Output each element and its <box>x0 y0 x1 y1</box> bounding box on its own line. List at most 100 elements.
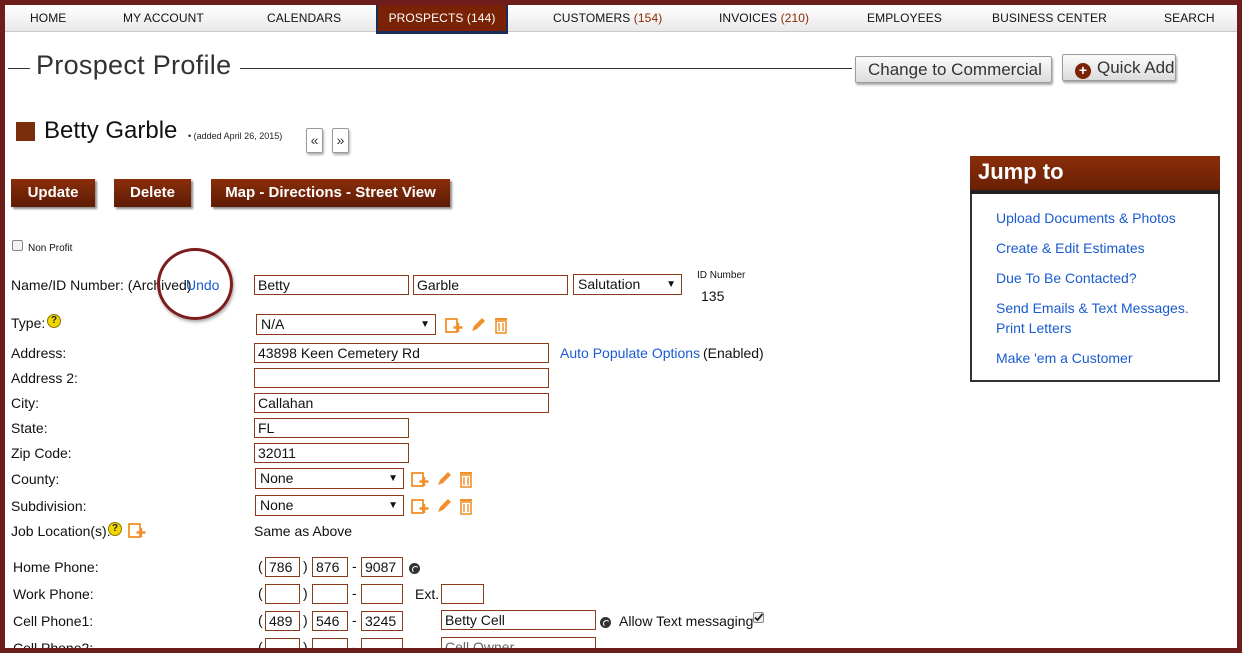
change-to-commercial-button[interactable]: Change to Commercial <box>855 56 1052 83</box>
state-input[interactable]: FL <box>254 418 409 438</box>
work-phone-label: Work Phone: <box>13 586 94 602</box>
ext-label: Ext. <box>415 586 440 602</box>
zip-label: Zip Code: <box>11 445 72 461</box>
quick-add-button[interactable]: + Quick Add <box>1062 54 1176 81</box>
jump-to-title: Jump to <box>970 156 1220 190</box>
nav-prospects[interactable]: PROSPECTS (144) <box>376 5 508 34</box>
home-phone-line[interactable]: 9087 <box>361 557 403 577</box>
nav-calendars[interactable]: CALENDARS <box>267 5 341 32</box>
city-input[interactable]: Callahan <box>254 393 549 413</box>
added-date-note: • (added April 26, 2015) <box>188 131 283 141</box>
id-number-label: ID Number <box>697 270 746 281</box>
cell-phone1-label: Cell Phone1: <box>13 613 94 629</box>
city-label: City: <box>11 395 39 411</box>
id-number-value: 135 <box>701 288 725 304</box>
county-select[interactable]: None ▼ <box>255 468 404 489</box>
auto-populate-status: (Enabled) <box>703 345 764 361</box>
update-button[interactable]: Update <box>11 179 95 207</box>
phone-call-icon[interactable] <box>600 617 611 628</box>
add-new-icon[interactable] <box>128 521 146 539</box>
trash-icon[interactable] <box>457 497 475 515</box>
cell1-area[interactable]: 489 <box>265 611 300 631</box>
help-icon[interactable]: ? <box>47 314 61 328</box>
page-title: Prospect Profile <box>36 50 232 80</box>
nav-home[interactable]: HOME <box>30 5 66 32</box>
jump-send-emails-link[interactable]: Send Emails & Text Messages. Print Lette… <box>996 298 1214 338</box>
cell2-line[interactable] <box>361 638 403 653</box>
cell-phone2-label: Cell Phone2: <box>13 640 94 653</box>
ext-input[interactable] <box>441 584 484 604</box>
paren-close: ) <box>303 612 308 628</box>
add-new-icon[interactable] <box>411 497 429 515</box>
address-input[interactable]: 43898 Keen Cemetery Rd <box>254 343 549 363</box>
allow-text-checkbox[interactable] <box>753 612 764 623</box>
paren-open: ( <box>258 612 263 628</box>
work-phone-area[interactable] <box>265 584 300 604</box>
jump-to-panel: Upload Documents & Photos Create & Edit … <box>970 194 1220 382</box>
paren-open: ( <box>258 639 263 653</box>
cell1-name-input[interactable]: Betty Cell <box>441 610 596 630</box>
paren-open: ( <box>258 585 263 601</box>
cell1-line[interactable]: 3245 <box>361 611 403 631</box>
non-profit-label: Non Profit <box>28 243 73 254</box>
zip-input[interactable]: 32011 <box>254 443 409 463</box>
salutation-select[interactable]: Salutation ▼ <box>573 274 682 295</box>
title-rule-left <box>8 68 30 69</box>
phone-call-icon[interactable] <box>409 563 420 574</box>
home-phone-prefix[interactable]: 876 <box>312 557 348 577</box>
address2-input[interactable] <box>254 368 549 388</box>
previous-prospect-button[interactable]: « <box>306 128 323 153</box>
home-phone-area[interactable]: 786 <box>265 557 300 577</box>
top-nav: HOME MY ACCOUNT CALENDARS PROSPECTS (144… <box>5 5 1237 34</box>
jump-create-estimates-link[interactable]: Create & Edit Estimates <box>996 238 1214 258</box>
jump-upload-documents-link[interactable]: Upload Documents & Photos <box>996 208 1214 228</box>
checkmark-icon <box>754 613 764 622</box>
edit-pencil-icon[interactable] <box>435 470 453 488</box>
jump-make-customer-link[interactable]: Make 'em a Customer <box>996 348 1214 368</box>
nav-search[interactable]: SEARCH <box>1164 5 1215 32</box>
title-rule-right <box>240 68 852 69</box>
chevron-down-icon: ▼ <box>388 500 398 511</box>
edit-pencil-icon[interactable] <box>469 316 487 334</box>
paren-open: ( <box>258 558 263 574</box>
subdivision-select[interactable]: None ▼ <box>255 495 404 516</box>
map-directions-button[interactable]: Map - Directions - Street View <box>211 179 450 207</box>
nav-employees[interactable]: EMPLOYEES <box>867 5 942 32</box>
nav-my-account[interactable]: MY ACCOUNT <box>123 5 204 32</box>
cell2-prefix[interactable] <box>312 638 348 653</box>
edit-pencil-icon[interactable] <box>435 497 453 515</box>
chevron-down-icon: ▼ <box>388 473 398 484</box>
cell2-area[interactable] <box>265 638 300 653</box>
non-profit-checkbox[interactable] <box>12 240 23 251</box>
nav-invoices[interactable]: INVOICES (210) <box>719 5 809 32</box>
add-new-icon[interactable] <box>445 316 463 334</box>
chevron-down-icon: ▼ <box>420 319 430 330</box>
type-label: Type: <box>11 315 46 331</box>
first-name-input[interactable]: Betty <box>254 275 409 295</box>
address2-label: Address 2: <box>11 370 78 386</box>
type-select[interactable]: N/A ▼ <box>256 314 436 335</box>
nav-business-center[interactable]: BUSINESS CENTER <box>992 5 1107 32</box>
trash-icon[interactable] <box>457 470 475 488</box>
job-location-label: Job Location(s): <box>11 523 111 539</box>
help-icon[interactable]: ? <box>108 522 122 536</box>
state-label: State: <box>11 420 48 436</box>
next-prospect-button[interactable]: » <box>332 128 349 153</box>
jump-due-contacted-link[interactable]: Due To Be Contacted? <box>996 268 1214 288</box>
work-phone-prefix[interactable] <box>312 584 348 604</box>
work-phone-line[interactable] <box>361 584 403 604</box>
auto-populate-link[interactable]: Auto Populate Options <box>560 345 700 361</box>
trash-icon[interactable] <box>492 316 510 334</box>
dash: - <box>352 558 357 574</box>
plus-icon: + <box>1075 63 1091 79</box>
subdivision-label: Subdivision: <box>11 498 87 514</box>
delete-button[interactable]: Delete <box>114 179 191 207</box>
cell1-prefix[interactable]: 546 <box>312 611 348 631</box>
cell2-name-input[interactable]: Cell Owner <box>441 637 596 653</box>
dash: - <box>352 585 357 601</box>
last-name-input[interactable]: Garble <box>413 275 568 295</box>
dash: - <box>352 612 357 628</box>
nav-customers[interactable]: CUSTOMERS (154) <box>553 5 662 32</box>
add-new-icon[interactable] <box>411 470 429 488</box>
prospect-color-swatch <box>16 122 35 141</box>
